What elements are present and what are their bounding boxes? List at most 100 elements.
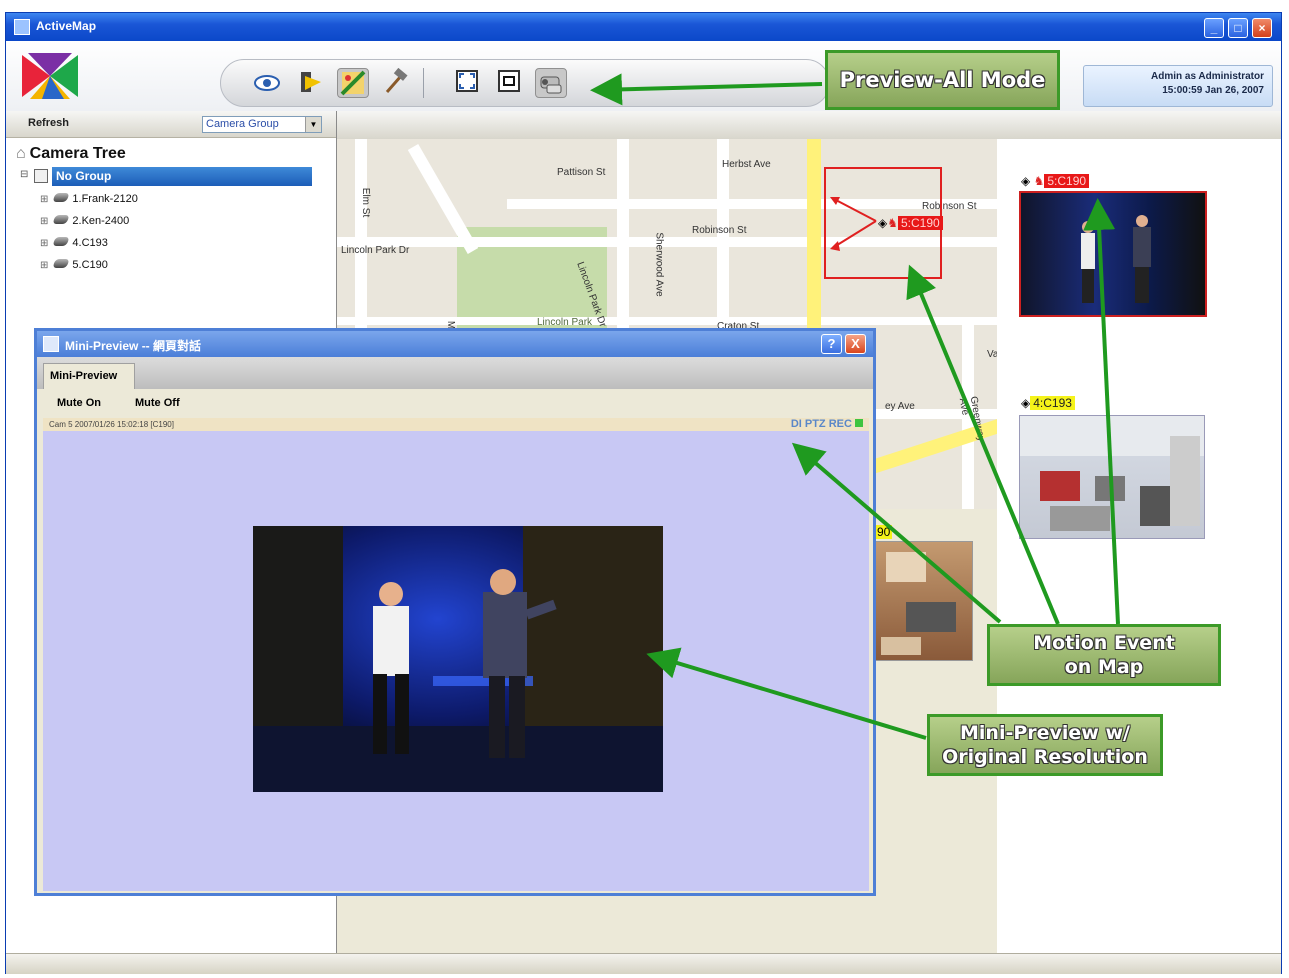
tree-camera-item[interactable]: ⊞ 4.C193	[40, 233, 108, 253]
callout-line: Motion Event	[1033, 632, 1175, 654]
callout-motion-event: Motion Event on Map	[987, 624, 1221, 686]
tree-title: ⌂ Camera Tree	[16, 145, 126, 163]
refresh-button[interactable]: Refresh	[28, 117, 69, 129]
minimize-button[interactable]: _	[1204, 18, 1224, 38]
street-label: Va	[987, 349, 997, 360]
tree-camera-item[interactable]: ⊞ 5.C190	[40, 255, 108, 275]
title-bar: ActiveMap _ □ ×	[6, 13, 1281, 41]
thumb-camera-name-partial: 90	[875, 525, 893, 539]
dialog-title-bar: Mini-Preview -- 網頁對話 ? X	[37, 331, 873, 357]
camera-name: 5.C190	[72, 259, 108, 271]
street-label: Pattison St	[557, 167, 606, 178]
eye-icon[interactable]	[251, 68, 283, 98]
home-icon: ⌂	[16, 145, 26, 162]
thumb-camera-name: 5:C190	[1044, 174, 1090, 188]
chevron-down-icon[interactable]: ▼	[305, 117, 321, 132]
toolbar-separator	[423, 68, 424, 98]
audio-controls: Mute On Mute Off	[37, 389, 873, 417]
office-video-frame	[1020, 416, 1204, 531]
video-area	[43, 431, 869, 891]
tab-mini-preview[interactable]: Mini-Preview	[43, 363, 135, 389]
thumb-camera-name: 4:C193	[1030, 396, 1075, 410]
map-header	[337, 111, 1281, 140]
brand-logo	[22, 53, 78, 99]
callout-preview-all: Preview-All Mode	[825, 50, 1060, 110]
camera-icon	[52, 237, 71, 246]
hammer-icon[interactable]	[379, 67, 411, 98]
thumb-label: ◈ 4:C193	[1021, 395, 1075, 411]
rec-indicator-icon	[855, 419, 863, 427]
camera-icon: ◈	[1021, 396, 1031, 410]
camera-icon	[52, 215, 71, 224]
camera-group-select[interactable]: Camera Group ▼	[202, 116, 322, 133]
dialog-icon	[43, 336, 59, 352]
stage-video-frame	[1081, 215, 1151, 303]
mute-on-button[interactable]: Mute On	[57, 397, 101, 409]
rotate-icon[interactable]	[493, 68, 525, 98]
street-label: Herbst Ave	[722, 159, 771, 170]
expand-icon[interactable]: ⊞	[40, 194, 48, 205]
camera-icon	[52, 259, 71, 268]
callout-line: Original Resolution	[942, 746, 1148, 768]
fullscreen-icon[interactable]	[451, 68, 483, 98]
street-label: Lincoln Park Dr	[341, 245, 410, 256]
map-edit-icon[interactable]	[337, 68, 369, 98]
bookmark-icon[interactable]	[293, 68, 325, 98]
preview-all-panel: ◈ ♞ 5:C190 ◈ 4:C193	[997, 139, 1281, 953]
status-bar	[6, 953, 1281, 974]
tree-camera-item[interactable]: ⊞ 2.Ken-2400	[40, 211, 129, 231]
camera-preview-icon[interactable]	[535, 68, 567, 98]
user-role: Admin as Administrator	[1151, 71, 1264, 82]
map-camera-marker[interactable]: ◈♞ 5:C190	[878, 215, 943, 231]
street-label: Elm St	[360, 187, 372, 218]
camera-group-value: Camera Group	[206, 118, 279, 130]
mini-preview-video[interactable]	[253, 526, 663, 792]
callout-line: Mini-Preview w/	[960, 722, 1130, 744]
motion-camera-label: 5:C190	[898, 216, 943, 230]
camera-thumbnail[interactable]	[875, 541, 973, 661]
stage-video-frame	[253, 526, 663, 792]
camera-status-bar: Cam 5 2007/01/26 15:02:18 [C190] DI PTZ …	[43, 418, 869, 431]
toolbar	[220, 59, 830, 107]
mute-off-button[interactable]: Mute Off	[135, 397, 180, 409]
status-flags-text: DI PTZ REC	[790, 418, 852, 430]
maximize-button[interactable]: □	[1228, 18, 1248, 38]
camera-status-text: Cam 5 2007/01/26 15:02:18 [C190]	[49, 420, 174, 429]
camera-thumbnail[interactable]	[1019, 415, 1205, 539]
collapse-icon[interactable]: ⊟	[20, 169, 28, 180]
mini-preview-dialog: Mini-Preview -- 網頁對話 ? X Mini-Preview Mu…	[34, 328, 876, 896]
camera-icon	[52, 193, 71, 202]
street-label: ey Ave	[885, 401, 915, 412]
map-road	[337, 317, 997, 325]
camera-status-flags: DI PTZ REC	[791, 418, 863, 431]
toolbar-area: Admin as Administrator 15:00:59 Jan 26, …	[6, 41, 1281, 111]
dialog-title: Mini-Preview -- 網頁對話	[65, 339, 202, 353]
motion-event-box[interactable]: ◈♞ 5:C190	[824, 167, 943, 279]
group-icon	[34, 169, 48, 183]
camera-name: 1.Frank-2120	[72, 193, 138, 205]
thumb-label: ◈ ♞ 5:C190	[1021, 173, 1090, 189]
street-label: Sherwood Ave	[653, 232, 665, 297]
camera-name: 2.Ken-2400	[72, 215, 130, 227]
dialog-tab-bar: Mini-Preview	[37, 357, 873, 389]
office-video-frame	[881, 552, 956, 655]
expand-icon[interactable]: ⊞	[40, 260, 48, 271]
window-title: ActiveMap	[36, 19, 97, 33]
user-info: Admin as Administrator 15:00:59 Jan 26, …	[1083, 65, 1273, 107]
tree-title-text: Camera Tree	[29, 145, 126, 162]
callout-line: on Map	[1064, 656, 1144, 678]
close-button[interactable]: ×	[1252, 18, 1272, 38]
motion-person-icon: ♞	[1033, 174, 1045, 188]
help-button[interactable]: ?	[821, 334, 842, 354]
tree-group-no-group[interactable]: No Group	[52, 167, 312, 186]
camera-thumbnail[interactable]	[1019, 191, 1207, 317]
expand-icon[interactable]: ⊞	[40, 216, 48, 227]
street-label: Lincoln Park	[537, 317, 593, 328]
camera-icon: ◈	[878, 216, 888, 230]
street-label: Robinson St	[692, 225, 747, 236]
app-icon	[14, 19, 30, 35]
camera-name: 4.C193	[72, 237, 108, 249]
tree-camera-item[interactable]: ⊞ 1.Frank-2120	[40, 189, 138, 209]
dialog-close-button[interactable]: X	[845, 334, 866, 354]
expand-icon[interactable]: ⊞	[40, 238, 48, 249]
